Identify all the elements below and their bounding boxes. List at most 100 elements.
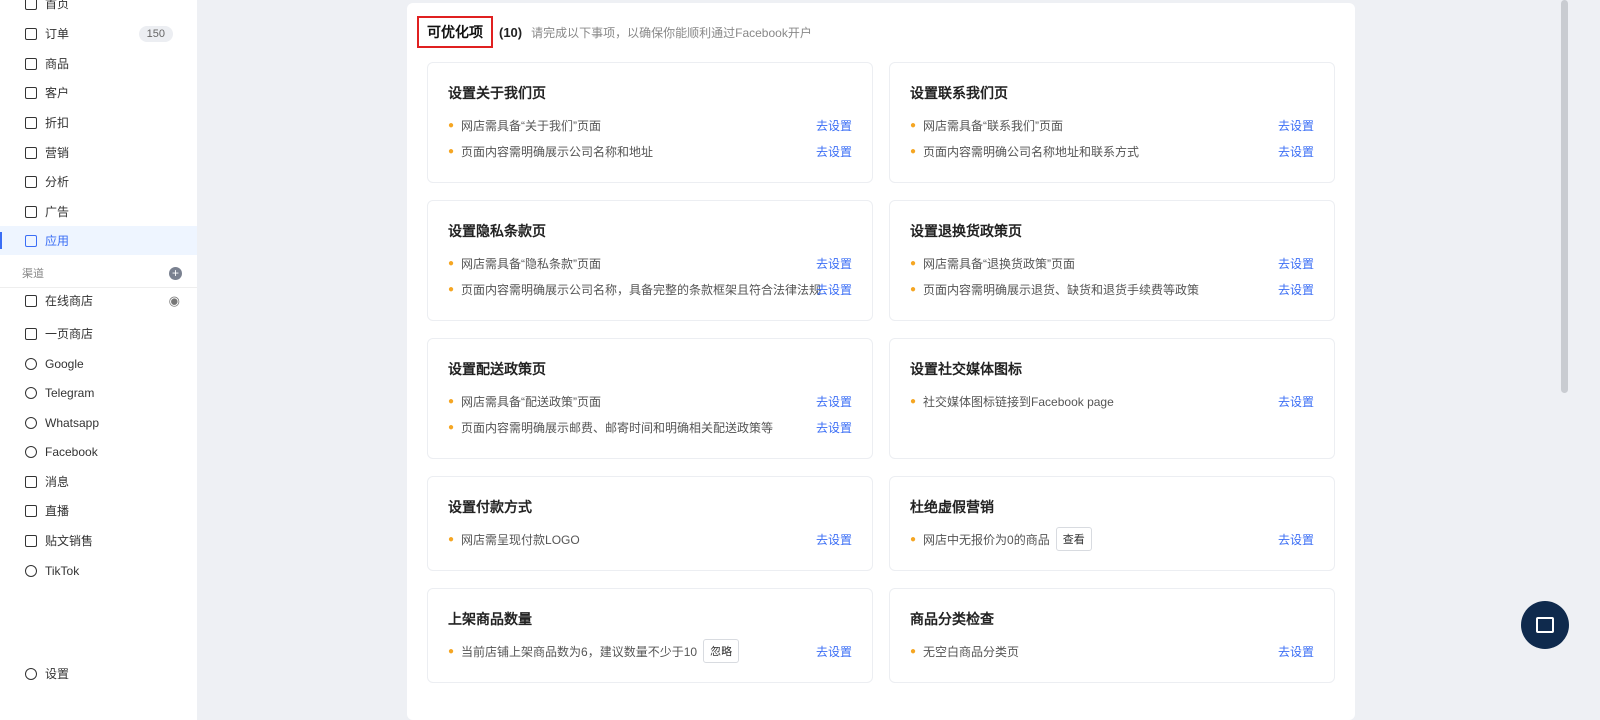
task-text: 页面内容需明确公司名称地址和联系方式 [923,144,1140,159]
message-icon [25,475,37,488]
channel-item-label: 一页商店 [45,327,94,341]
add-channel-icon[interactable]: + [169,266,182,280]
sidebar-item-4[interactable]: 折扣 [0,108,197,137]
bullet-icon: ● [910,119,917,131]
video-icon [25,504,37,517]
bullet-icon: ● [910,533,917,545]
channel-item-label: Google [45,356,84,371]
ignore-button[interactable]: 忽略 [703,639,740,663]
sidebar-item-3[interactable]: 客户 [0,78,197,107]
sidebar-item-5[interactable]: 营销 [0,138,197,167]
bag-icon [25,57,37,70]
tag-icon [25,116,37,129]
task-text: 网店需具备“关于我们”页面 [461,118,602,133]
channel-item-label: Telegram [45,385,95,400]
channel-item-3[interactable]: Telegram [0,378,197,407]
bullet-icon: ● [448,283,455,295]
channel-item-label: 在线商店 [45,294,94,308]
scrollbar[interactable] [1561,0,1568,393]
go-setup-link[interactable]: 去设置 [1278,255,1314,272]
channel-item-6[interactable]: 消息 [0,467,197,496]
channel-item-2[interactable]: Google [0,349,197,378]
sidebar-item-7[interactable]: 广告 [0,197,197,226]
chat-icon [1536,617,1554,633]
go-setup-link[interactable]: 去设置 [1278,281,1314,298]
task-card: 设置配送政策页 ● 网店需具备“配送政策”页面 去设置 ● 页面内容需明确展示邮费、邮寄时… [427,338,873,459]
page-title: 可优化项 [417,16,493,48]
chat-button[interactable] [1521,601,1569,649]
channel-item-1[interactable]: 一页商店 [0,319,197,348]
task-text: 无空白商品分类页 [923,644,1020,659]
task-text: 网店需具备“配送政策”页面 [461,394,602,409]
card-title: 杜绝虚假营销 [910,499,994,515]
sidebar-item-label: 设置 [45,667,70,681]
bullet-icon: ● [448,257,455,269]
task-item: ● 网店需具备“联系我们”页面 去设置 [910,114,1314,136]
task-text: 网店需具备“隐私条款”页面 [461,256,602,271]
sidebar-item-6[interactable]: 分析 [0,167,197,196]
task-card: 设置付款方式 ● 网店需呈现付款LOGO 去设置 [427,476,873,571]
channel-item-0[interactable]: 在线商店 ◉ [0,286,197,315]
sidebar-item-1[interactable]: 订单 150 [0,19,197,48]
section-label: 渠道 [22,268,44,280]
bullet-icon: ● [448,145,455,157]
card-title: 设置社交媒体图标 [910,361,1022,377]
task-text: 页面内容需明确展示公司名称和地址 [461,144,654,159]
task-item: ● 页面内容需明确展示邮费、邮寄时间和明确相关配送政策等 去设置 [448,416,852,438]
sidebar-item-label: 客户 [45,86,70,100]
order-icon [25,27,37,40]
card-title: 设置付款方式 [448,499,532,515]
go-setup-link[interactable]: 去设置 [1278,117,1314,134]
page-icon [25,327,37,340]
card-title: 设置隐私条款页 [448,223,546,239]
task-card: 设置关于我们页 ● 网店需具备“关于我们”页面 去设置 ● 页面内容需明确展示公司名称和地… [427,62,873,183]
bullet-icon: ● [910,645,917,657]
task-text: 网店中无报价为0的商品 [923,532,1050,547]
channel-item-7[interactable]: 直播 [0,496,197,525]
go-setup-link[interactable]: 去设置 [816,255,852,272]
go-setup-link[interactable]: 去设置 [816,117,852,134]
count-badge: 150 [138,25,173,42]
task-card: 上架商品数量 ● 当前店铺上架商品数为6，建议数量不少于10 忽略 去设置 [427,588,873,683]
go-setup-link[interactable]: 去设置 [1278,643,1314,660]
sidebar-item-8[interactable]: 应用 [0,226,197,255]
go-setup-link[interactable]: 去设置 [816,531,852,548]
go-setup-link[interactable]: 去设置 [816,393,852,410]
sidebar-item-settings[interactable]: 设置 [0,659,197,688]
go-setup-link[interactable]: 去设置 [1278,143,1314,160]
panel-header: 可优化项 (10) 请完成以下事项，以确保你能顺利通过Facebook开户 [417,16,812,48]
optimization-panel: 可优化项 (10) 请完成以下事项，以确保你能顺利通过Facebook开户 设置… [407,3,1355,720]
sidebar-item-2[interactable]: 商品 [0,49,197,78]
channel-item-9[interactable]: TikTok [0,556,197,585]
user-icon [25,86,37,99]
view-button[interactable]: 查看 [1055,527,1092,551]
channel-item-label: TikTok [45,563,80,578]
task-text: 社交媒体图标链接到Facebook page [923,394,1114,409]
channel-item-label: Whatsapp [45,415,100,430]
go-setup-link[interactable]: 去设置 [816,143,852,160]
task-card: 设置退换货政策页 ● 网店需具备“退换货政策”页面 去设置 ● 页面内容需明确展示退货、缺… [889,200,1335,321]
go-setup-link[interactable]: 去设置 [1278,393,1314,410]
channel-item-label: 消息 [45,475,70,489]
channel-item-5[interactable]: Facebook [0,437,197,466]
sidebar: 首页 订单 150 商品客户折扣 营销 分析广告应用 渠道 + 在线商店 ◉ 一页商店 Goog… [0,0,197,720]
task-card: 设置隐私条款页 ● 网店需具备“隐私条款”页面 去设置 ● 页面内容需明确展示公司名称，具… [427,200,873,321]
eye-icon[interactable]: ◉ [169,293,180,309]
task-text: 页面内容需明确展示公司名称，具备完整的条款框架且符合法律法规 [461,282,822,297]
pie-chart-icon [25,175,37,188]
go-setup-link[interactable]: 去设置 [1278,531,1314,548]
task-item: ● 网店需具备“隐私条款”页面 去设置 [448,252,852,274]
sidebar-item-label: 广告 [45,205,70,219]
channel-item-4[interactable]: Whatsapp [0,408,197,437]
task-item: ● 页面内容需明确展示退货、缺货和退货手续费等政策 去设置 [910,278,1314,300]
channel-item-8[interactable]: 贴文销售 [0,526,197,555]
app-icon [25,234,37,247]
sidebar-item-0[interactable]: 首页 [0,0,197,18]
google-icon [25,357,37,370]
task-text: 页面内容需明确展示邮费、邮寄时间和明确相关配送政策等 [461,420,774,435]
channel-item-label: 贴文销售 [45,534,94,548]
go-setup-link[interactable]: 去设置 [816,643,852,660]
item-count: (10) [499,24,523,40]
go-setup-link[interactable]: 去设置 [816,419,852,436]
go-setup-link[interactable]: 去设置 [816,281,852,298]
